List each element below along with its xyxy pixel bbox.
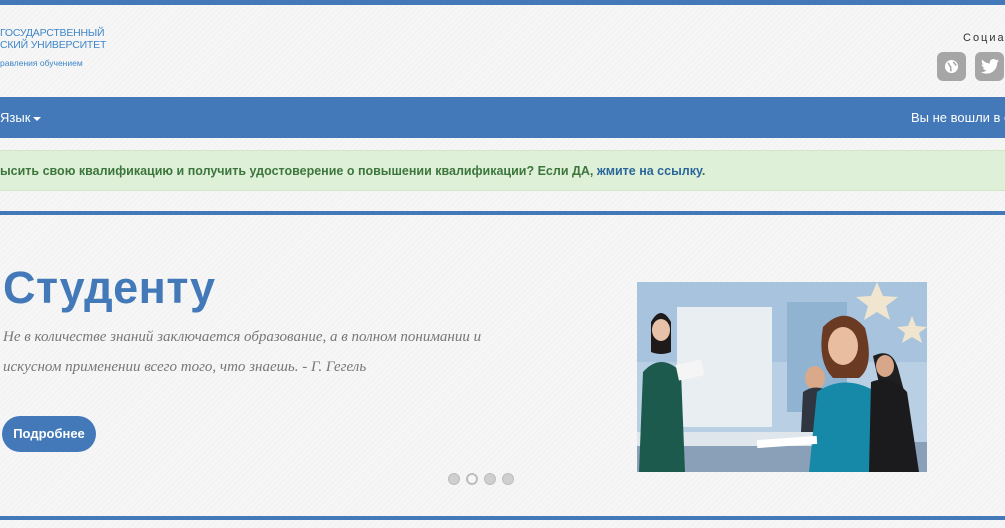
carousel-indicators (448, 473, 514, 485)
slide-title: Студенту (3, 262, 216, 313)
logo-line-2: СКИЙ УНИВЕРСИТЕТ (0, 39, 107, 51)
university-logo[interactable]: ГОСУДАРСТВЕННЫЙ СКИЙ УНИВЕРСИТЕТ равлени… (0, 27, 106, 69)
language-label: Язык (0, 110, 31, 125)
section-divider-bottom (0, 516, 1005, 520)
logo-subtitle: равления обучением (0, 58, 83, 68)
carousel-dot-3[interactable] (484, 473, 496, 485)
logo-line-1: ГОСУДАРСТВЕННЫЙ (0, 27, 105, 39)
alert-text: ысить свою квалификацию и получить удост… (0, 164, 597, 178)
social-label: Социал (963, 32, 1005, 44)
site-header: ГОСУДАРСТВЕННЫЙ СКИЙ УНИВЕРСИТЕТ равлени… (0, 5, 1005, 97)
more-button[interactable]: Подробнее (2, 416, 96, 452)
globe-icon (944, 59, 959, 74)
main-navbar: Язык Вы не вошли в си (0, 97, 1005, 138)
alert-link[interactable]: жмите на ссылку (597, 164, 702, 178)
alert-suffix: . (701, 164, 706, 178)
classroom-students-image (637, 282, 927, 472)
twitter-icon (980, 59, 999, 74)
language-dropdown[interactable]: Язык (0, 110, 42, 125)
slide-quote: Не в количестве знаний заключается образ… (3, 329, 482, 375)
alert-message: ысить свою квалификацию и получить удост… (0, 164, 705, 178)
caret-down-icon (33, 116, 42, 121)
globe-social-button[interactable] (937, 52, 966, 81)
announcement-alert: ысить свою квалификацию и получить удост… (0, 150, 1005, 191)
section-divider-top (0, 211, 1005, 215)
carousel-dot-4[interactable] (502, 473, 514, 485)
carousel-dot-1[interactable] (448, 473, 460, 485)
carousel-dot-2[interactable] (466, 473, 478, 485)
login-status: Вы не вошли в си (911, 110, 1005, 125)
twitter-social-button[interactable] (975, 52, 1004, 81)
